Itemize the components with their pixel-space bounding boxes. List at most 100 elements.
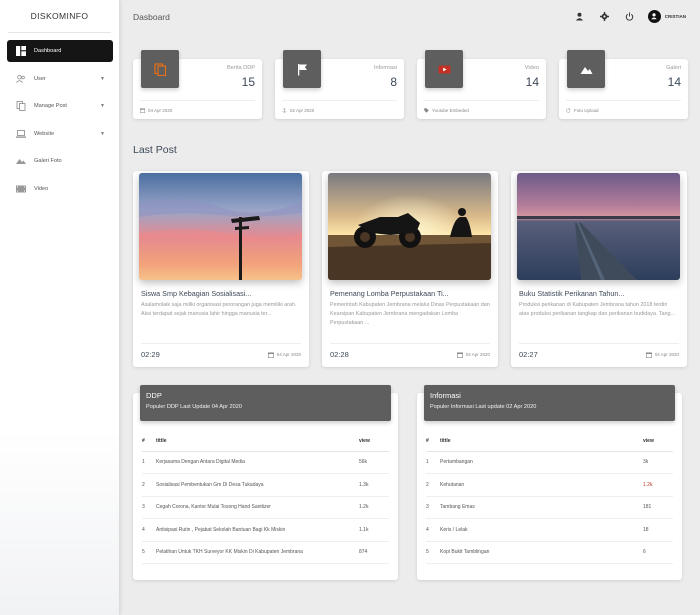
post-date: 04 Apr 2020 bbox=[456, 352, 490, 358]
row-title[interactable]: Cegah Corona, Kantor Mulai Tosong Hand S… bbox=[156, 496, 359, 519]
post-footer: 02:28 04 Apr 2020 bbox=[330, 343, 490, 359]
table-row[interactable]: 4 Antisipasi Rutin , Pejabat Sekolah Bant… bbox=[142, 518, 389, 542]
table-row[interactable]: 2 Kehutanan 1.2k bbox=[426, 473, 673, 497]
sidebar-item-label: Website bbox=[34, 130, 55, 137]
avatar[interactable] bbox=[647, 9, 661, 23]
informasi-table: # tittle view 1 Pertambangan 3k 2 Kehutanan… bbox=[426, 431, 673, 564]
post-date-text: 04 Apr 2020 bbox=[465, 352, 490, 357]
row-view: 6 bbox=[643, 541, 673, 564]
table-header-row: # tittle view bbox=[142, 431, 389, 452]
post-card[interactable]: Buku Statistik Perikanan Tahun... Produk… bbox=[511, 171, 687, 367]
column-header: # bbox=[426, 431, 440, 452]
stat-footer: Youtube Embeded bbox=[424, 100, 539, 113]
copy-icon bbox=[141, 50, 179, 88]
row-number: 4 bbox=[142, 518, 156, 542]
row-number: 2 bbox=[142, 473, 156, 497]
section-title-last-post: Last Post bbox=[133, 144, 177, 156]
post-image-pier[interactable] bbox=[517, 173, 680, 280]
row-number: 3 bbox=[142, 496, 156, 519]
brand-logo[interactable]: DISKOMINFO bbox=[8, 0, 111, 33]
row-title[interactable]: Pertambangan bbox=[440, 451, 643, 474]
stat-category: Informasi bbox=[373, 65, 397, 71]
table-row[interactable]: 2 Sosialisasi Pembentukan Gm Di Desa Tuka… bbox=[142, 473, 389, 497]
row-title[interactable]: Tambang Emas bbox=[440, 496, 643, 519]
row-title[interactable]: Pelatihan Untuk TKH Surveyor KK Miskin D… bbox=[156, 541, 359, 564]
post-title[interactable]: Pemenang Lomba Perpustakaan Ti... bbox=[330, 289, 490, 298]
row-title[interactable]: Kerjasama Dengan Antara Digital Media bbox=[156, 451, 359, 474]
gear-icon[interactable] bbox=[599, 9, 611, 23]
sidebar-item-label: Manage Post bbox=[34, 103, 67, 109]
row-view: 1.2k bbox=[643, 473, 673, 497]
anchor-icon bbox=[282, 108, 287, 113]
post-description: Asalamolaik saja miliki organisasi peror… bbox=[141, 302, 297, 317]
sidebar-item-label: Video bbox=[34, 185, 49, 192]
stat-footer: 02 Apr 2020 bbox=[282, 100, 397, 113]
post-time: 02:29 bbox=[141, 350, 160, 359]
table-row[interactable]: 1 Kerjasama Dengan Antara Digital Media 56… bbox=[142, 451, 389, 474]
informasi-card-header: Informasi Populer Informasi Last update … bbox=[424, 385, 675, 421]
film-icon bbox=[16, 184, 26, 194]
sidebar-item-galeri-foto[interactable]: Galeri Foto bbox=[7, 150, 113, 172]
stat-footer-text: 04 Apr 2020 bbox=[148, 108, 173, 113]
sidebar-item-label: Galeri Foto bbox=[34, 158, 62, 164]
row-number: 5 bbox=[142, 541, 156, 564]
table-row[interactable]: 3 Tambang Emas 181 bbox=[426, 496, 673, 519]
card-title: Informasi bbox=[430, 391, 461, 400]
tag-icon bbox=[424, 108, 429, 113]
row-view: 1.2k bbox=[359, 496, 389, 519]
row-title[interactable]: Keris / Lelak bbox=[440, 518, 643, 542]
row-title[interactable]: Kopi Bukit Tamblingan bbox=[440, 541, 643, 564]
post-image-signpost[interactable] bbox=[139, 173, 302, 280]
topbar: Dasboard CRISTIAN bbox=[119, 0, 700, 33]
post-date: 04 Apr 2020 bbox=[645, 352, 679, 358]
row-number: 4 bbox=[426, 518, 440, 542]
flag-icon bbox=[283, 50, 321, 88]
stat-card-informasi: Informasi 8 02 Apr 2020 bbox=[275, 50, 404, 119]
person-icon[interactable] bbox=[574, 9, 586, 23]
power-icon[interactable] bbox=[624, 9, 636, 23]
laptop-icon bbox=[16, 129, 26, 139]
sidebar-item-label: Dashboard bbox=[34, 48, 62, 54]
sidebar-item-video[interactable]: Video bbox=[7, 178, 113, 200]
row-title[interactable]: Sosialisasi Pembentukan Gm Di Desa Tukad… bbox=[156, 473, 359, 497]
row-title[interactable]: Antisipasi Rutin , Pejabat Sekolah Bantu… bbox=[156, 518, 359, 542]
row-title[interactable]: Kehutanan bbox=[440, 473, 643, 497]
row-number: 2 bbox=[426, 473, 440, 497]
column-header: tittle bbox=[156, 431, 359, 452]
post-description: Produksi perikanan di Kabupaten Jembrana… bbox=[519, 302, 676, 317]
post-card[interactable]: Siswa Smp Kebagian Sosialisasi... Asalam… bbox=[133, 171, 309, 367]
table-row[interactable]: 4 Keris / Lelak 18 bbox=[426, 518, 673, 542]
table-row[interactable]: 3 Cegah Corona, Kantor Mulai Tosong Hand … bbox=[142, 496, 389, 519]
table-row[interactable]: 5 Pelatihan Untuk TKH Surveyor KK Miskin … bbox=[142, 541, 389, 564]
sidebar-item-dashboard[interactable]: Dashboard bbox=[7, 40, 113, 62]
row-view: 18 bbox=[643, 518, 673, 542]
sidebar-nav: Dashboard User ▼ Manage Post ▼ Website ▼… bbox=[0, 40, 119, 200]
row-view: 874 bbox=[359, 541, 389, 564]
sidebar-item-label: User bbox=[34, 75, 46, 82]
post-date-text: 04 Apr 2020 bbox=[654, 352, 679, 357]
card-subtitle: Populer Informasi Last update 02 Apr 202… bbox=[430, 404, 537, 410]
informasi-popular-card: Informasi Populer Informasi Last update … bbox=[417, 385, 682, 580]
table-row[interactable]: 5 Kopi Bukit Tamblingan 6 bbox=[426, 541, 673, 564]
stat-card-video: Video 14 Youtube Embeded bbox=[417, 50, 546, 119]
landscape-icon bbox=[567, 50, 605, 88]
sidebar-item-user[interactable]: User ▼ bbox=[7, 68, 113, 90]
post-title[interactable]: Siswa Smp Kebagian Sosialisasi... bbox=[141, 289, 301, 298]
stat-footer: 04 Apr 2020 bbox=[140, 100, 255, 113]
post-title[interactable]: Buku Statistik Perikanan Tahun... bbox=[519, 289, 679, 298]
sidebar-item-website[interactable]: Website ▼ bbox=[7, 123, 113, 145]
dashboard-icon bbox=[16, 46, 26, 56]
sidebar-item-manage-post[interactable]: Manage Post ▼ bbox=[7, 95, 113, 117]
chevron-down-icon: ▼ bbox=[100, 130, 105, 137]
user-name[interactable]: CRISTIAN bbox=[665, 14, 686, 19]
post-footer: 02:29 04 Apr 2020 bbox=[141, 343, 301, 359]
ddp-table: # tittle view 1 Kerjasama Dengan Antara D… bbox=[142, 431, 389, 564]
post-card[interactable]: Pemenang Lomba Perpustakaan Ti... Pemeri… bbox=[322, 171, 498, 367]
table-row[interactable]: 1 Pertambangan 3k bbox=[426, 451, 673, 474]
column-header: view bbox=[643, 431, 673, 452]
row-number: 1 bbox=[142, 451, 156, 474]
stat-category: Berita DDP bbox=[227, 65, 255, 71]
stat-value: 14 bbox=[667, 75, 681, 89]
column-header: view bbox=[359, 431, 389, 452]
post-image-motorcycle[interactable] bbox=[328, 173, 491, 280]
